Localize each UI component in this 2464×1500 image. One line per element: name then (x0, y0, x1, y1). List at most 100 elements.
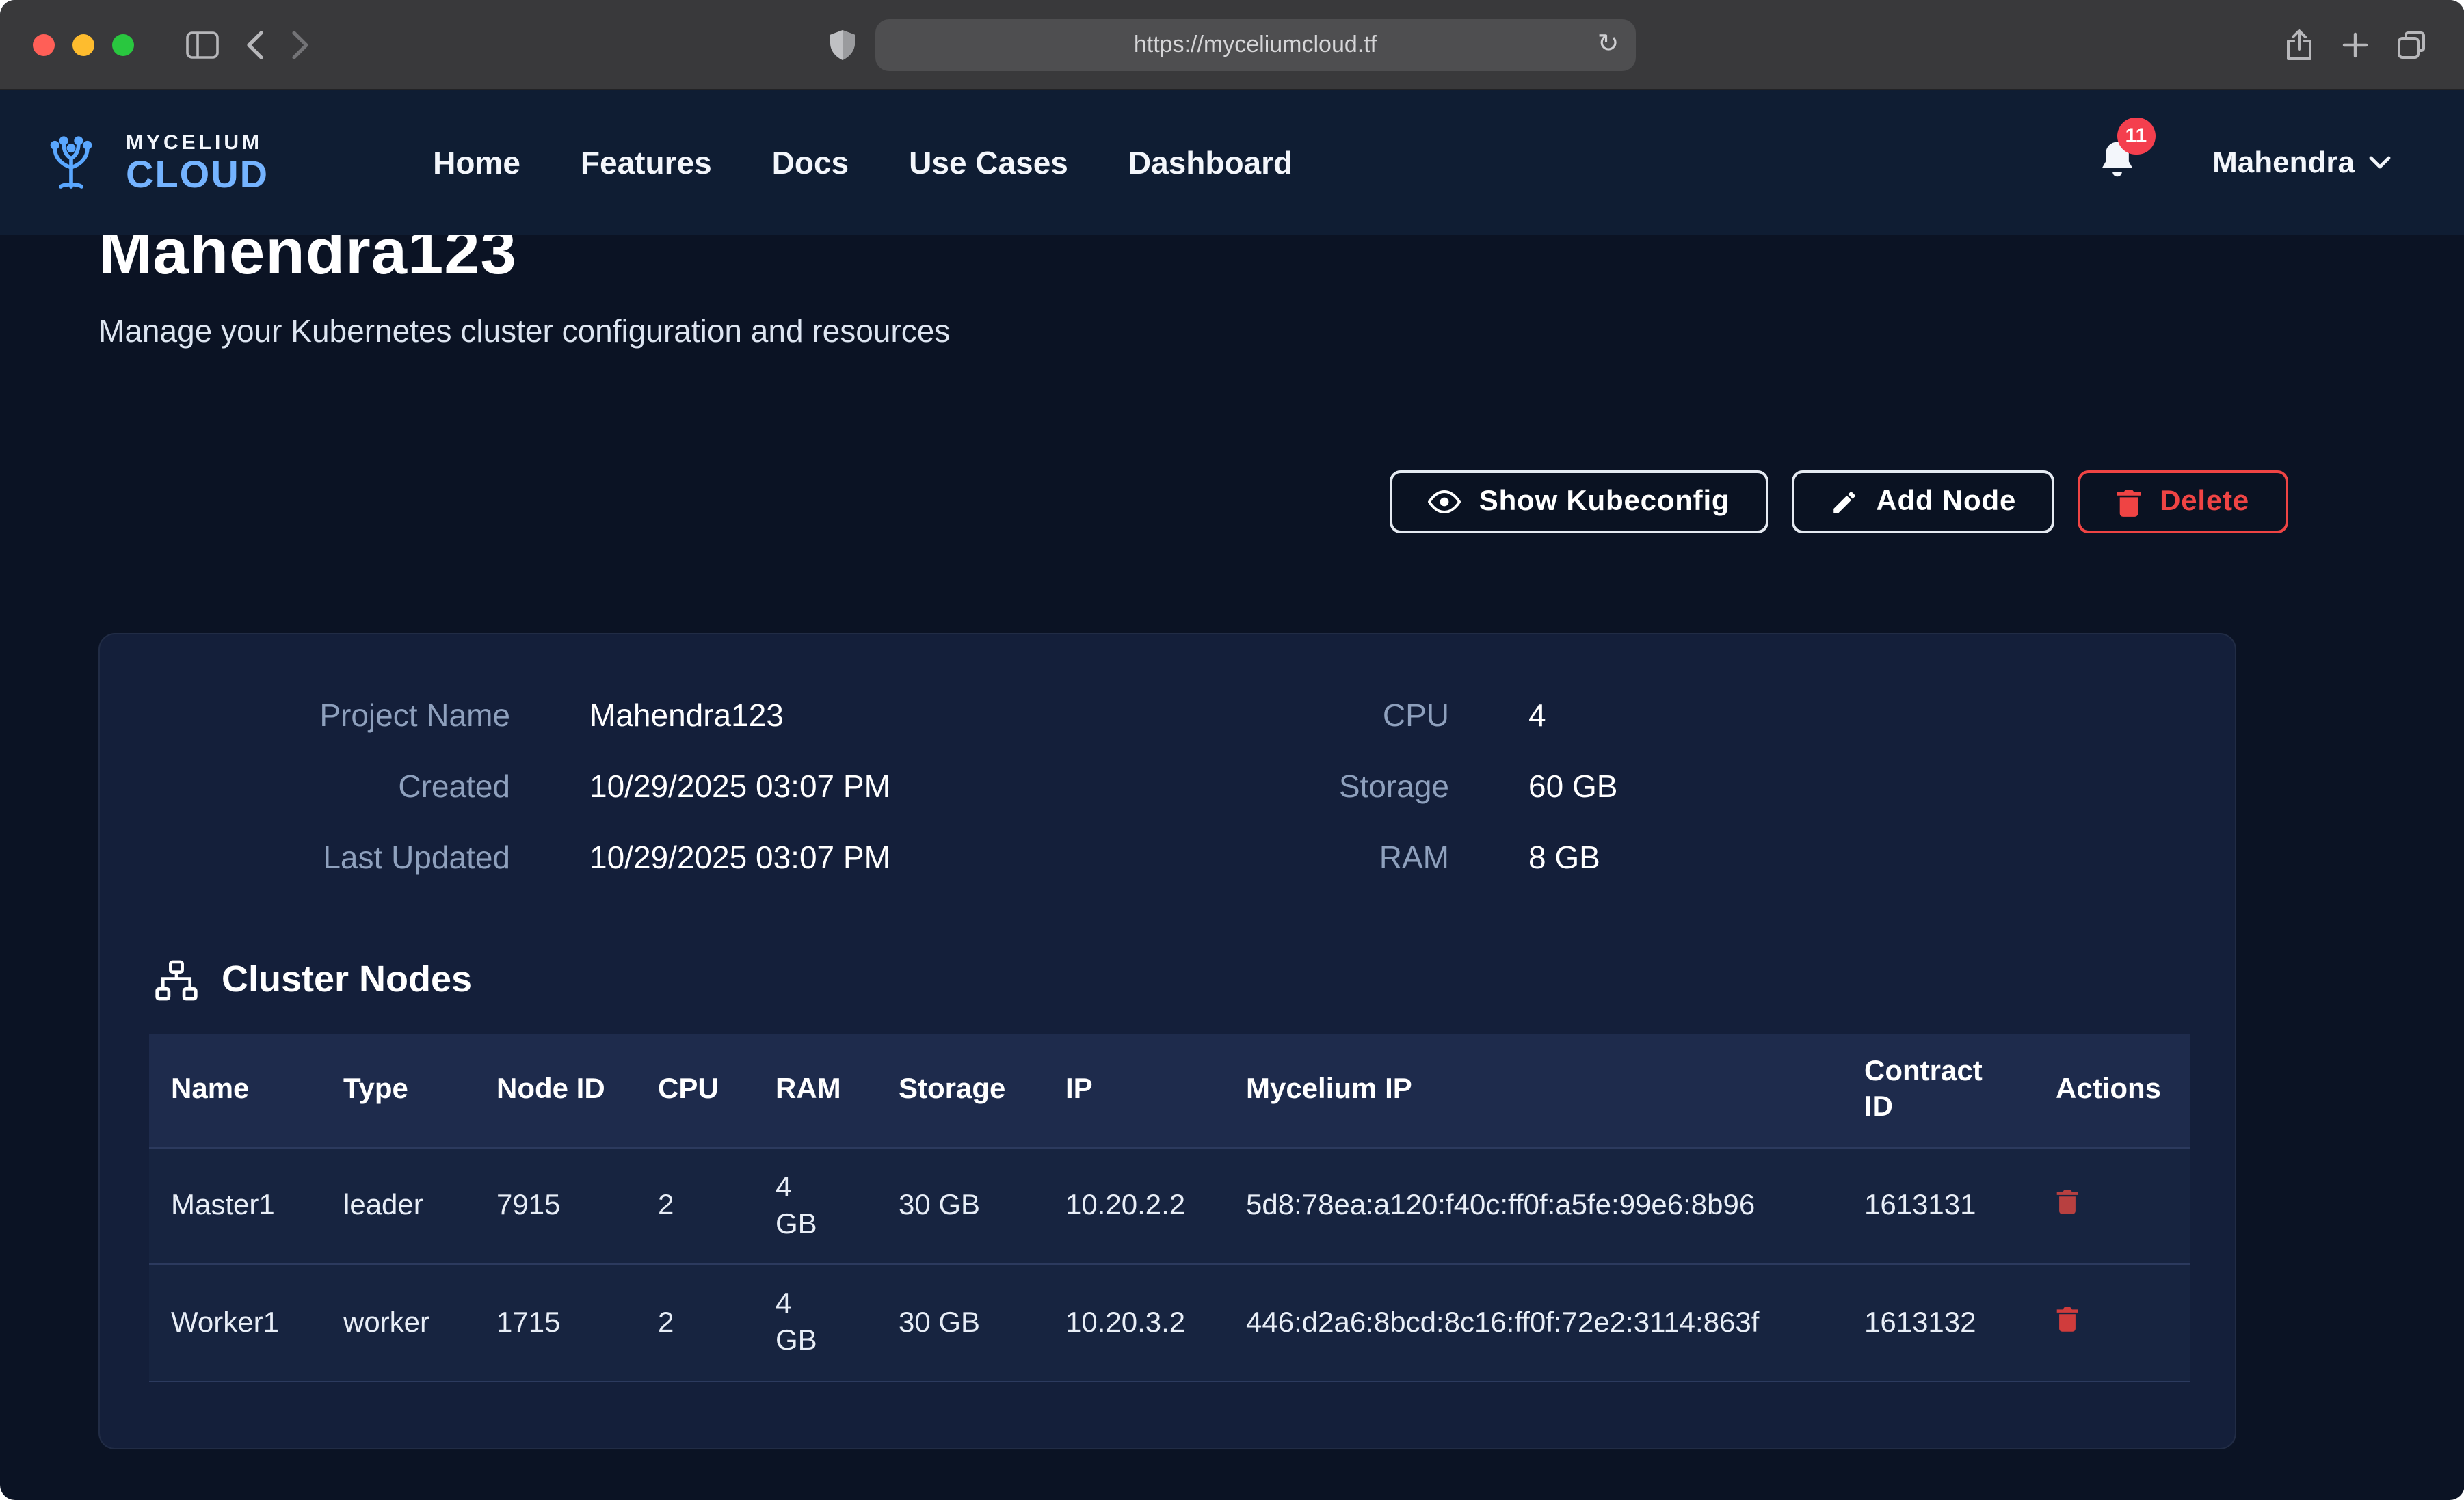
zoom-window-button[interactable] (112, 34, 134, 55)
cell-node-id: 1715 (475, 1264, 636, 1381)
col-header-cpu: CPU (636, 1034, 754, 1147)
mycelium-logo-icon (36, 129, 107, 196)
detail-value: 4 (1528, 697, 2169, 734)
browser-window: https://myceliumcloud.tf ↻ (0, 0, 2464, 1500)
col-header-node-id: Node ID (475, 1034, 636, 1147)
col-header-ram: RAM (754, 1034, 877, 1147)
detail-label: RAM (1135, 840, 1449, 876)
nav-link-docs[interactable]: Docs (772, 144, 849, 181)
delete-node-button[interactable] (2056, 1188, 2079, 1214)
new-tab-icon[interactable] (2341, 31, 2368, 58)
detail-value: Mahendra123 (589, 697, 1135, 734)
project-details: Project Name Mahendra123 Created 10/29/2… (100, 689, 2235, 876)
cell-ram: 4 GB (754, 1147, 877, 1264)
detail-label: Created (100, 768, 510, 805)
detail-value: 10/29/2025 03:07 PM (589, 840, 1135, 876)
page-subtitle: Manage your Kubernetes cluster configura… (98, 313, 2366, 350)
browser-chrome: https://myceliumcloud.tf ↻ (0, 0, 2464, 90)
url-text: https://myceliumcloud.tf (1134, 31, 1377, 58)
close-window-button[interactable] (33, 34, 55, 55)
detail-label: Storage (1135, 768, 1449, 805)
nodes-table: Name Type Node ID CPU RAM Storage IP Myc… (149, 1034, 2190, 1382)
table-row: Worker1 worker 1715 2 4 GB 30 GB 10.20.3… (149, 1264, 2190, 1381)
trash-icon (2056, 1188, 2079, 1214)
brand-wordmark: MYCELIUM CLOUD (126, 132, 269, 193)
detail-value: 8 GB (1528, 840, 2169, 876)
cell-actions (2034, 1264, 2190, 1381)
address-zone: https://myceliumcloud.tf ↻ (829, 18, 1636, 70)
site-navbar: MYCELIUM CLOUD Home Features Docs Use Ca… (0, 90, 2464, 235)
cluster-actions-row: Show Kubeconfig Add Node Delete (98, 470, 2366, 533)
nodes-table-wrap: Name Type Node ID CPU RAM Storage IP Myc… (149, 1034, 2186, 1382)
delete-cluster-button[interactable]: Delete (2078, 470, 2288, 533)
nav-link-features[interactable]: Features (581, 144, 712, 181)
back-button-icon[interactable] (246, 29, 264, 59)
project-details-right: CPU 4 Storage 60 GB RAM 8 GB (1135, 697, 2169, 876)
cell-ip: 10.20.3.2 (1044, 1264, 1224, 1381)
user-name: Mahendra (2212, 145, 2355, 180)
col-header-name: Name (149, 1034, 321, 1147)
privacy-shield-icon[interactable] (829, 28, 856, 61)
nav-links: Home Features Docs Use Cases Dashboard (433, 144, 1293, 181)
nav-link-dashboard[interactable]: Dashboard (1128, 144, 1293, 181)
pencil-icon (1829, 487, 1858, 516)
table-row: Master1 leader 7915 2 4 GB 30 GB 10.20.2… (149, 1147, 2190, 1264)
cell-contract-id: 1613132 (1842, 1264, 2034, 1381)
detail-label: Project Name (100, 697, 510, 734)
cell-mycelium-ip: 5d8:78ea:a120:f40c:ff0f:a5fe:99e6:8b96 (1224, 1147, 1842, 1264)
notifications-button[interactable]: 11 (2097, 139, 2136, 187)
cell-contract-id: 1613131 (1842, 1147, 2034, 1264)
cell-storage: 30 GB (877, 1147, 1044, 1264)
chrome-right-controls (2270, 28, 2439, 61)
reload-icon[interactable]: ↻ (1598, 29, 1619, 60)
detail-label: CPU (1135, 697, 1449, 734)
add-node-label: Add Node (1876, 485, 2016, 518)
col-header-contract-id: Contract ID (1842, 1034, 2034, 1147)
trash-icon (2056, 1305, 2079, 1331)
delete-node-button[interactable] (2056, 1305, 2079, 1331)
cell-mycelium-ip: 446:d2a6:8bcd:8c16:ff0f:72e2:3114:863f (1224, 1264, 1842, 1381)
ram-value: 4 GB (776, 1168, 822, 1243)
brand-top-text: MYCELIUM (126, 132, 269, 152)
nav-link-home[interactable]: Home (433, 144, 520, 181)
eye-icon (1429, 490, 1461, 514)
chevron-down-icon (2368, 156, 2390, 170)
nav-right: 11 Mahendra (2097, 139, 2428, 187)
sidebar-toggle-icon[interactable] (186, 31, 219, 58)
detail-label: Last Updated (100, 840, 510, 876)
traffic-lights (33, 34, 134, 55)
cluster-details-card: Project Name Mahendra123 Created 10/29/2… (98, 633, 2236, 1449)
cell-name: Master1 (149, 1147, 321, 1264)
detail-value: 10/29/2025 03:07 PM (589, 768, 1135, 805)
ram-value: 4 GB (776, 1285, 822, 1360)
trash-icon (2116, 487, 2142, 516)
show-kubeconfig-label: Show Kubeconfig (1479, 485, 1730, 518)
cell-cpu: 2 (636, 1264, 754, 1381)
col-header-ip: IP (1044, 1034, 1224, 1147)
nav-link-use-cases[interactable]: Use Cases (909, 144, 1068, 181)
cluster-nodes-title: Cluster Nodes (222, 959, 472, 1001)
cluster-nodes-heading: Cluster Nodes (155, 959, 2235, 1001)
tab-overview-icon[interactable] (2396, 29, 2426, 59)
cell-ip: 10.20.2.2 (1044, 1147, 1224, 1264)
cell-name: Worker1 (149, 1264, 321, 1381)
detail-value: 60 GB (1528, 768, 2169, 805)
cell-ram: 4 GB (754, 1264, 877, 1381)
minimize-window-button[interactable] (72, 34, 94, 55)
notification-badge: 11 (2117, 117, 2155, 154)
col-header-actions: Actions (2034, 1034, 2190, 1147)
user-menu[interactable]: Mahendra (2212, 145, 2390, 180)
forward-button-icon[interactable] (291, 29, 309, 59)
share-icon[interactable] (2283, 28, 2314, 61)
sitemap-icon (155, 959, 198, 1000)
col-header-mycelium-ip: Mycelium IP (1224, 1034, 1842, 1147)
brand-bottom-text: CLOUD (126, 155, 269, 193)
show-kubeconfig-button[interactable]: Show Kubeconfig (1390, 470, 1768, 533)
url-field[interactable]: https://myceliumcloud.tf ↻ (875, 18, 1636, 70)
page-content: Mahendra123 Manage your Kubernetes clust… (0, 213, 2464, 1449)
add-node-button[interactable]: Add Node (1791, 470, 2054, 533)
brand-logo[interactable]: MYCELIUM CLOUD (36, 129, 269, 196)
scale-wrapper: https://myceliumcloud.tf ↻ (0, 0, 2464, 1500)
project-details-left: Project Name Mahendra123 Created 10/29/2… (100, 697, 1135, 876)
cell-node-id: 7915 (475, 1147, 636, 1264)
